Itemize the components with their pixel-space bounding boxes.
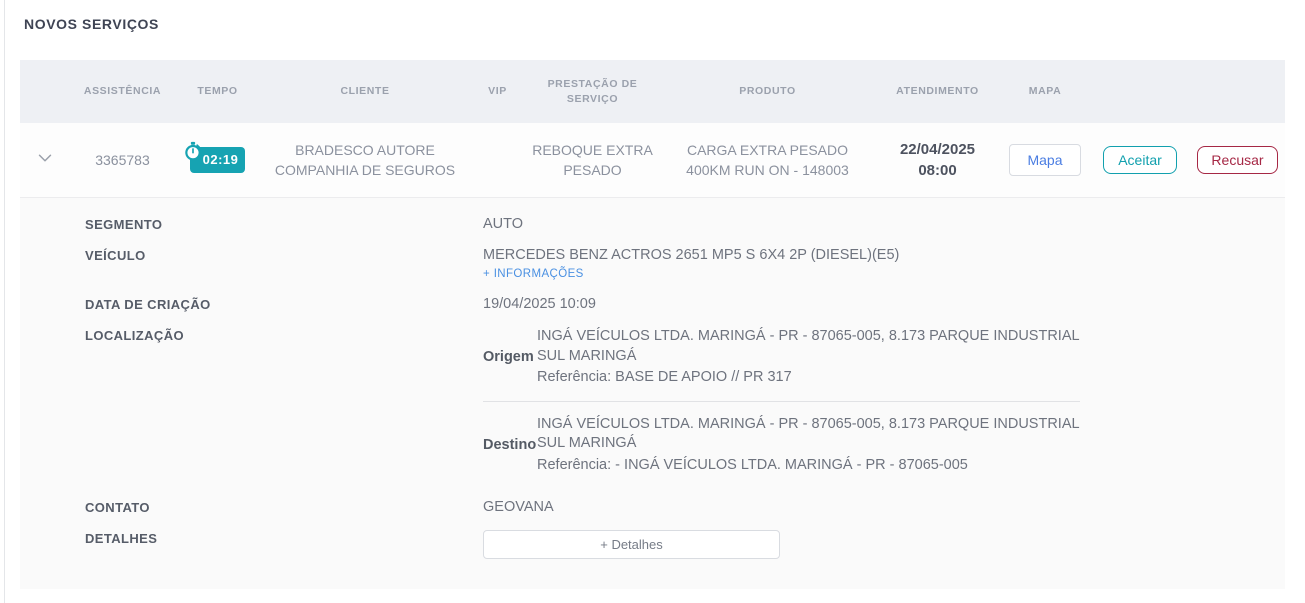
cliente-line2: COMPANHIA DE SEGUROS: [274, 162, 456, 178]
decline-button[interactable]: Recusar: [1197, 146, 1278, 174]
header-tempo: TEMPO: [197, 85, 238, 97]
detalhes-label: DETALHES: [85, 531, 158, 546]
header-produto: PRODUTO: [739, 85, 796, 97]
mapa-cell: Mapa: [1000, 144, 1090, 176]
destino-block: Destino INGÁ VEÍCULOS LTDA. MARINGÁ - PR…: [483, 415, 1082, 476]
segmento-value: AUTO: [483, 216, 524, 232]
localizacao-block: Origem INGÁ VEÍCULOS LTDA. MARINGÁ - PR …: [483, 327, 1082, 475]
detalhes-value-block: + Detalhes: [483, 530, 780, 559]
detalhes-row: DETALHES + Detalhes: [85, 530, 1285, 559]
segmento-label: SEGMENTO: [85, 217, 163, 232]
left-rail-divider: [4, 0, 5, 603]
header-atendimento: ATENDIMENTO: [896, 85, 979, 97]
accept-cell: Aceitar: [1090, 146, 1190, 174]
origem-address: INGÁ VEÍCULOS LTDA. MARINGÁ - PR - 87065…: [537, 328, 1080, 364]
tempo-cell: 02:19: [175, 141, 260, 173]
cliente-line1: BRADESCO AUTORE: [295, 142, 435, 158]
atendimento-date: 22/04/2025: [899, 141, 976, 158]
contato-value: GEOVANA: [483, 499, 554, 515]
veiculo-value: MERCEDES BENZ ACTROS 2651 MP5 S 6X4 2P (…: [483, 247, 900, 263]
origem-text: INGÁ VEÍCULOS LTDA. MARINGÁ - PR - 87065…: [537, 327, 1082, 388]
decline-cell: Recusar: [1190, 146, 1285, 174]
produto-cell: CARGA EXTRA PESADO 400KM RUN ON - 148003: [660, 140, 875, 180]
contato-row: CONTATO GEOVANA: [85, 499, 1285, 515]
contato-label: CONTATO: [85, 500, 150, 515]
timer-badge: 02:19: [184, 141, 246, 173]
data-criacao-value: 19/04/2025 10:09: [483, 296, 596, 312]
destino-address: INGÁ VEÍCULOS LTDA. MARINGÁ - PR - 87065…: [537, 415, 1080, 452]
assistencia-number: 3365783: [95, 152, 150, 168]
localizacao-label: LOCALIZAÇÃO: [85, 328, 184, 343]
service-row: 3365783 02:19 BRADESCO AUTORE COMPANHIA …: [20, 123, 1285, 198]
stopwatch-icon: [184, 141, 201, 161]
veiculo-label: VEÍCULO: [85, 248, 146, 263]
atendimento-time: 08:00: [918, 162, 957, 179]
header-prestacao-de-servico: PRESTAÇÃO DE SERVIÇO: [547, 77, 638, 105]
destino-label: Destino: [483, 436, 537, 453]
details-expand-button[interactable]: + Detalhes: [483, 530, 780, 559]
destino-referencia: Referência: - INGÁ VEÍCULOS LTDA. MARING…: [537, 456, 968, 473]
veiculo-row: VEÍCULO MERCEDES BENZ ACTROS 2651 MP5 S …: [85, 247, 1285, 281]
data-criacao-row: DATA DE CRIAÇÃO 19/04/2025 10:09: [85, 296, 1285, 312]
timer-value: 02:19: [202, 152, 239, 167]
content-area: NOVOS SERVIÇOS ASSISTÊNCIA TEMPO CLIENTE…: [20, 0, 1285, 589]
localizacao-row: LOCALIZAÇÃO Origem INGÁ VEÍCULOS LTDA. M…: [85, 327, 1285, 475]
produto-line2: 400KM RUN ON - 148003: [686, 162, 849, 178]
location-divider: [483, 400, 1080, 402]
produto-line1: CARGA EXTRA PESADO: [686, 142, 849, 158]
origem-block: Origem INGÁ VEÍCULOS LTDA. MARINGÁ - PR …: [483, 327, 1082, 388]
table-header-row: ASSISTÊNCIA TEMPO CLIENTE VIP PRESTAÇÃO …: [20, 60, 1285, 123]
origem-label: Origem: [483, 349, 534, 366]
prestacao-line2: PESADO: [563, 162, 622, 178]
map-button[interactable]: Mapa: [1009, 144, 1081, 176]
atendimento-cell: 22/04/2025 08:00: [875, 139, 1000, 181]
new-services-page: NOVOS SERVIÇOS ASSISTÊNCIA TEMPO CLIENTE…: [0, 0, 1305, 603]
prestacao-cell: REBOQUE EXTRA PESADO: [525, 140, 660, 180]
page-title: NOVOS SERVIÇOS: [24, 16, 159, 32]
chevron-down-icon[interactable]: [34, 147, 56, 174]
prestacao-line1: REBOQUE EXTRA: [532, 142, 653, 158]
expanded-details-panel: SEGMENTO AUTO VEÍCULO MERCEDES BENZ ACTR…: [20, 198, 1285, 589]
veiculo-value-block: MERCEDES BENZ ACTROS 2651 MP5 S 6X4 2P (…: [483, 247, 899, 281]
segmento-row: SEGMENTO AUTO: [85, 216, 1285, 232]
header-mapa: MAPA: [1028, 85, 1062, 97]
destino-text: INGÁ VEÍCULOS LTDA. MARINGÁ - PR - 87065…: [537, 415, 1082, 476]
header-assistencia: ASSISTÊNCIA: [83, 85, 162, 97]
row-expander-cell: [20, 147, 70, 174]
accept-button[interactable]: Aceitar: [1103, 146, 1177, 174]
header-cliente: CLIENTE: [340, 85, 390, 97]
more-info-link[interactable]: + INFORMAÇÕES: [483, 268, 584, 280]
header-vip: VIP: [488, 85, 507, 97]
cliente-cell: BRADESCO AUTORE COMPANHIA DE SEGUROS: [260, 140, 470, 180]
origem-referencia: Referência: BASE DE APOIO // PR 317: [537, 369, 792, 385]
data-criacao-label: DATA DE CRIAÇÃO: [85, 297, 211, 312]
